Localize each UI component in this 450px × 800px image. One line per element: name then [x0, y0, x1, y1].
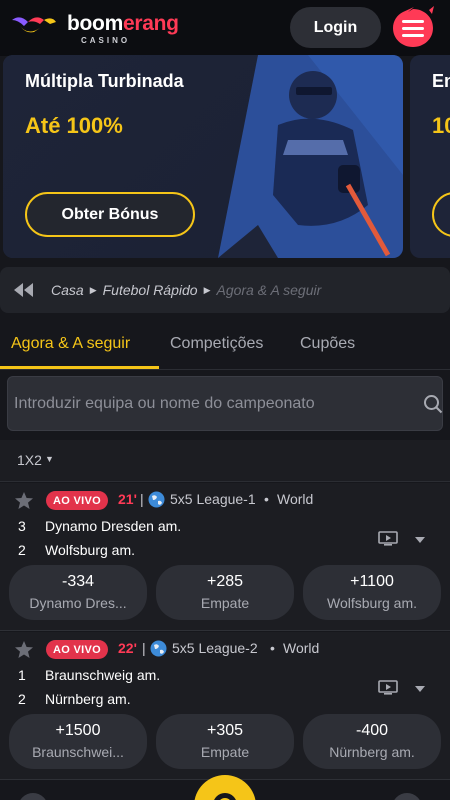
- page: boomerang CASINO Login Múltipla Turbinad…: [0, 0, 450, 800]
- odds-label: Nürnberg am.: [329, 744, 415, 760]
- odds-label: Dynamo Dres...: [29, 595, 127, 611]
- team-score: 2: [18, 691, 26, 707]
- team-score: 3: [18, 518, 26, 534]
- promo-title: Múltipla Turbinada: [25, 71, 184, 91]
- tab-now-next[interactable]: Agora & A seguir: [11, 335, 130, 353]
- video-stream-icon[interactable]: [378, 531, 398, 547]
- region-name: World: [283, 640, 320, 656]
- live-badge: AO VIVO: [46, 491, 108, 510]
- odds-value: -400: [355, 722, 389, 739]
- odds-value: -334: [61, 573, 95, 590]
- live-badge: AO VIVO: [46, 640, 108, 659]
- odds-label: Empate: [200, 744, 250, 760]
- search-input[interactable]: [14, 393, 404, 415]
- hockey-player-image: [218, 55, 403, 258]
- team-score: 1: [18, 667, 26, 683]
- globe-icon: [148, 491, 165, 508]
- region-name: World: [277, 491, 314, 507]
- login-button[interactable]: Login: [290, 7, 381, 48]
- breadcrumb-separator-icon: ▶: [203, 284, 211, 295]
- brand-name: boomerang: [67, 12, 179, 35]
- tab-bar: Agora & A seguir Competições Cupões: [0, 322, 450, 370]
- globe-icon: [150, 640, 167, 657]
- boomerang-logo-icon[interactable]: [10, 12, 58, 38]
- odds-value: +305: [206, 722, 244, 739]
- odds-label: Wolfsburg am.: [327, 595, 417, 611]
- odds-button-draw[interactable]: +305 Empate: [156, 714, 294, 769]
- hamburger-menu-icon[interactable]: [390, 6, 436, 50]
- team-name: Braunschweig am.: [45, 667, 161, 683]
- search-box: [7, 376, 443, 431]
- divider: |: [140, 491, 144, 507]
- dot-separator: •: [264, 491, 269, 507]
- tab-competitions[interactable]: Competições: [170, 335, 263, 353]
- breadcrumb-current: Agora & A seguir: [216, 282, 322, 298]
- dot-separator: •: [270, 640, 275, 656]
- odds-button-away[interactable]: +1100 Wolfsburg am.: [303, 565, 441, 620]
- divider: |: [142, 640, 146, 656]
- breadcrumb-separator-icon: ▶: [89, 284, 97, 295]
- team-name: Nürnberg am.: [45, 691, 131, 707]
- next-promo-subtitle: 10: [432, 113, 450, 138]
- event-card[interactable]: AO VIVO 22' | 5x5 League-2 • World 1 Bra…: [0, 632, 450, 780]
- promo-banner[interactable]: Múltipla Turbinada Até 100% Obter Bónus: [3, 55, 403, 258]
- brand-subtitle: CASINO: [81, 36, 131, 45]
- team-name: Dynamo Dresden am.: [45, 518, 182, 534]
- top-header: boomerang CASINO Login: [0, 0, 450, 56]
- team-score: 2: [18, 542, 26, 558]
- odds-label: Empate: [200, 595, 250, 611]
- next-promo-banner[interactable]: En 10: [410, 55, 450, 258]
- league-name: 5x5 League-2: [172, 640, 258, 656]
- league-name: 5x5 League-1: [170, 491, 256, 507]
- odds-button-home[interactable]: +1500 Braunschwei...: [9, 714, 147, 769]
- active-tab-indicator: [0, 366, 159, 369]
- chevron-down-icon[interactable]: [414, 685, 426, 693]
- match-minute: 21': [118, 491, 137, 507]
- odds-value: +1500: [55, 722, 101, 739]
- tab-coupons[interactable]: Cupões: [300, 335, 355, 353]
- market-selector-bar: 1X2 ▼: [0, 440, 450, 482]
- search-icon[interactable]: [423, 394, 443, 414]
- breadcrumb: Casa ▶ Futebol Rápido ▶ Agora & A seguir: [0, 267, 450, 313]
- event-card[interactable]: AO VIVO 21' | 5x5 League-1 • World 3 Dyn…: [0, 483, 450, 631]
- odds-value: +1100: [350, 573, 394, 590]
- odds-button-draw[interactable]: +285 Empate: [156, 565, 294, 620]
- odds-label: Braunschwei...: [32, 744, 124, 760]
- get-bonus-button[interactable]: Obter Bónus: [25, 192, 195, 237]
- video-stream-icon[interactable]: [378, 680, 398, 696]
- star-icon[interactable]: [14, 640, 34, 660]
- odds-button-away[interactable]: -400 Nürnberg am.: [303, 714, 441, 769]
- market-select[interactable]: 1X2: [17, 452, 42, 468]
- chevron-down-icon[interactable]: [414, 536, 426, 544]
- breadcrumb-home[interactable]: Casa: [51, 282, 84, 298]
- next-promo-button[interactable]: [432, 192, 450, 237]
- chevron-down-icon[interactable]: ▼: [45, 454, 54, 464]
- star-icon[interactable]: [14, 491, 34, 511]
- team-name: Wolfsburg am.: [45, 542, 135, 558]
- odds-value: +285: [206, 573, 244, 590]
- breadcrumb-fast-football[interactable]: Futebol Rápido: [103, 282, 198, 298]
- back-arrows-icon[interactable]: [13, 283, 35, 297]
- promo-subtitle: Até 100%: [25, 113, 123, 138]
- next-promo-title: En: [432, 71, 450, 91]
- match-minute: 22': [118, 640, 137, 656]
- odds-button-home[interactable]: -334 Dynamo Dres...: [9, 565, 147, 620]
